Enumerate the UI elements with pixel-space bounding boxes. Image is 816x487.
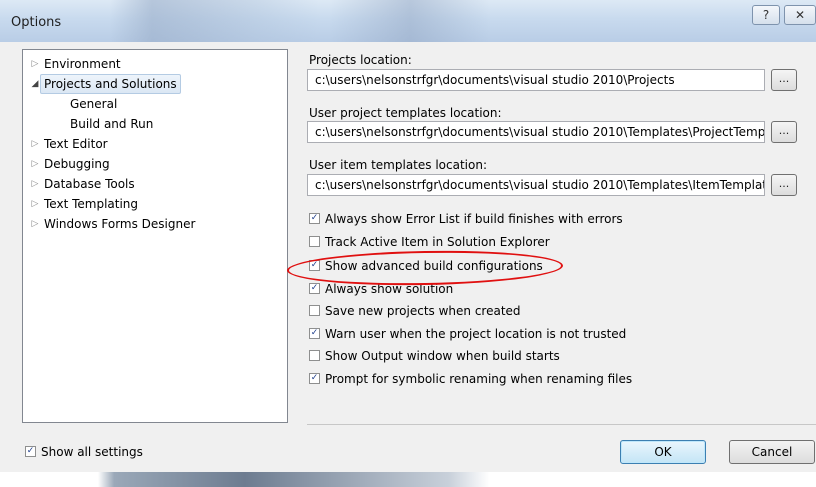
expand-arrow-icon[interactable]: ▷ — [29, 134, 41, 154]
expand-arrow-icon[interactable]: ▷ — [29, 194, 41, 214]
item-templates-location-label: User item templates location: — [309, 158, 487, 172]
option-label: Save new projects when created — [325, 304, 521, 318]
item-templates-browse-button[interactable]: ... — [771, 174, 797, 196]
checkbox-checked-icon[interactable]: ✓ — [309, 213, 320, 224]
tree-item-build-and-run[interactable]: Build and Run — [23, 114, 287, 134]
tree-item-text-templating[interactable]: ▷ Text Templating — [23, 194, 287, 214]
checkbox-checked-icon[interactable]: ✓ — [309, 260, 320, 271]
project-templates-browse-button[interactable]: ... — [771, 121, 797, 143]
option-label: Warn user when the project location is n… — [325, 327, 627, 341]
checkbox-unchecked-icon[interactable] — [309, 236, 320, 247]
tree-item-label: General — [70, 97, 118, 111]
tree-item-label: Environment — [44, 57, 121, 71]
option-warn-untrusted-location[interactable]: ✓ Warn user when the project location is … — [309, 325, 626, 345]
tree-item-label: Build and Run — [70, 117, 154, 131]
tree-item-text-editor[interactable]: ▷ Text Editor — [23, 134, 287, 154]
tree-item-label: Windows Forms Designer — [44, 217, 196, 231]
checkbox-checked-icon[interactable]: ✓ — [25, 446, 36, 457]
option-save-new-projects[interactable]: Save new projects when created — [309, 302, 521, 322]
tree-item-label: Text Templating — [44, 197, 139, 211]
tree-item-windows-forms-designer[interactable]: ▷ Windows Forms Designer — [23, 214, 287, 234]
projects-location-field[interactable]: c:\users\nelsonstrfgr\documents\visual s… — [307, 69, 765, 91]
tree-item-label: Debugging — [44, 157, 110, 171]
option-label: Track Active Item in Solution Explorer — [325, 235, 550, 249]
option-label: Always show Error List if build finishes… — [325, 212, 623, 226]
category-tree[interactable]: ▷ Environment ◢ Projects and Solutions G… — [22, 49, 288, 423]
tree-item-debugging[interactable]: ▷ Debugging — [23, 154, 287, 174]
option-label: Show advanced build configurations — [325, 259, 543, 273]
option-label: Prompt for symbolic renaming when renami… — [325, 372, 633, 386]
projects-location-label: Projects location: — [309, 53, 412, 67]
cancel-button[interactable]: Cancel — [729, 440, 815, 464]
checkbox-checked-icon[interactable]: ✓ — [309, 328, 320, 339]
checkbox-checked-icon[interactable]: ✓ — [309, 283, 320, 294]
close-button[interactable]: ✕ — [784, 5, 816, 25]
option-show-output-window[interactable]: Show Output window when build starts — [309, 347, 560, 367]
options-dialog: Options ? ✕ ▷ Environment ◢ Projects and… — [0, 0, 816, 472]
option-always-show-solution[interactable]: ✓ Always show solution — [309, 280, 453, 300]
dialog-title: Options — [11, 15, 62, 30]
close-icon: ✕ — [794, 8, 806, 22]
projects-location-browse-button[interactable]: ... — [771, 69, 797, 91]
option-label: Always show solution — [325, 282, 454, 296]
option-label: Show Output window when build starts — [325, 349, 560, 363]
show-all-settings-checkbox[interactable]: ✓ Show all settings — [25, 443, 143, 461]
checkbox-unchecked-icon[interactable] — [309, 350, 320, 361]
tree-item-general[interactable]: General — [23, 94, 287, 114]
option-always-show-error-list[interactable]: ✓ Always show Error List if build finishe… — [309, 210, 623, 230]
tree-item-projects-and-solutions[interactable]: ◢ Projects and Solutions — [23, 74, 287, 94]
ok-button[interactable]: OK — [620, 440, 706, 464]
help-icon: ? — [762, 8, 770, 22]
project-templates-location-field[interactable]: c:\users\nelsonstrfgr\documents\visual s… — [307, 121, 765, 143]
option-track-active-item[interactable]: Track Active Item in Solution Explorer — [309, 233, 550, 253]
expand-arrow-icon[interactable]: ▷ — [29, 54, 41, 74]
help-button[interactable]: ? — [752, 5, 780, 25]
tree-item-environment[interactable]: ▷ Environment — [23, 54, 287, 74]
tree-item-label: Text Editor — [44, 137, 108, 151]
show-all-settings-label: Show all settings — [41, 445, 143, 459]
expand-arrow-icon[interactable]: ▷ — [29, 174, 41, 194]
taskbar-background — [0, 472, 816, 487]
project-templates-location-label: User project templates location: — [309, 106, 502, 120]
item-templates-location-field[interactable]: c:\users\nelsonstrfgr\documents\visual s… — [307, 174, 765, 196]
tree-item-database-tools[interactable]: ▷ Database Tools — [23, 174, 287, 194]
tree-item-label: Database Tools — [44, 177, 135, 191]
title-bar[interactable]: Options ? ✕ — [0, 0, 816, 42]
divider — [307, 424, 816, 425]
option-show-advanced-build-configurations[interactable]: ✓ Show advanced build configurations — [309, 257, 543, 277]
checkbox-checked-icon[interactable]: ✓ — [309, 373, 320, 384]
expand-arrow-icon[interactable]: ▷ — [29, 154, 41, 174]
tree-item-label: Projects and Solutions — [40, 74, 181, 94]
expand-arrow-icon[interactable]: ▷ — [29, 214, 41, 234]
checkbox-unchecked-icon[interactable] — [309, 305, 320, 316]
option-prompt-symbolic-renaming[interactable]: ✓ Prompt for symbolic renaming when renam… — [309, 370, 632, 390]
title-bar-background — [110, 0, 320, 42]
title-bar-background — [330, 0, 490, 42]
